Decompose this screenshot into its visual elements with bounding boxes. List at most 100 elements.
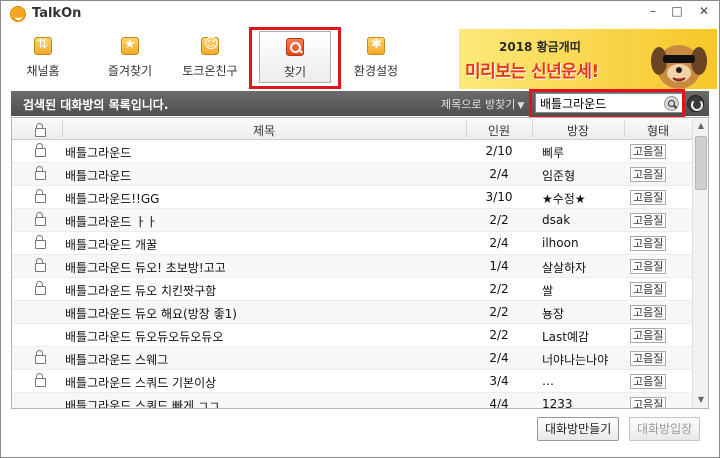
table-row[interactable]: 배틀그라운드 듀오 해요(방장 좋1) 2/2 뇽장 고음질: [12, 301, 692, 324]
room-title: 배틀그라운드 스쿼드 기본이상: [65, 376, 217, 390]
lock-icon: [35, 166, 46, 180]
room-type-badge: 고음질: [630, 213, 667, 228]
minimize-button[interactable]: –: [641, 1, 665, 21]
search-type-label: 제목으로 방찾기: [441, 98, 516, 111]
room-host: …: [542, 374, 554, 388]
room-host: 1233: [542, 397, 573, 409]
room-type-badge: 고음질: [630, 144, 667, 159]
favorites-label: 즐겨찾기: [107, 64, 153, 78]
table-row[interactable]: 배틀그라운드 스웨그 2/4 너야나는나야 고음질: [12, 347, 692, 370]
room-type-badge: 고음질: [630, 397, 667, 408]
table-row[interactable]: 배틀그라운드 ㅏㅏ 2/2 dsak 고음질: [12, 209, 692, 232]
room-host: 너야나는나야: [542, 353, 609, 367]
settings-button[interactable]: 환경설정: [347, 37, 405, 87]
search-highlight-box: [529, 89, 685, 119]
room-type-badge: 고음질: [630, 374, 667, 389]
room-count: 1/4: [489, 259, 509, 273]
room-count: 2/4: [489, 351, 509, 365]
room-host: 삐루: [542, 146, 565, 160]
room-count: 4/4: [489, 397, 509, 409]
table-row[interactable]: 배틀그라운드 듀오! 초보방!고고 1/4 살살하자 고음질: [12, 255, 692, 278]
banner-line2: 미리보는 신년운세!: [465, 62, 599, 82]
dog-illustration-icon: [651, 45, 707, 89]
room-title: 배틀그라운드 듀오! 초보방!고고: [65, 261, 226, 275]
room-title: 배틀그라운드: [65, 146, 132, 160]
room-host: 쌀: [542, 284, 554, 298]
room-type-badge: 고음질: [630, 328, 667, 343]
room-rows: 배틀그라운드 2/10 삐루 고음질 배틀그라운드 2/4 임준형 고음질 배틀…: [12, 140, 692, 409]
room-count: 2/4: [489, 236, 509, 250]
close-button[interactable]: ✕: [689, 1, 719, 21]
room-type-badge: 고음질: [630, 190, 667, 205]
room-count: 3/10: [485, 190, 513, 204]
maximize-button[interactable]: □: [665, 1, 689, 21]
enter-room-button[interactable]: 대화방입장: [629, 417, 701, 441]
new-year-fortune-banner[interactable]: 2018 황금개띠 미리보는 신년운세!: [459, 29, 717, 89]
column-title[interactable]: 제목: [62, 122, 466, 139]
column-host[interactable]: 방장: [532, 122, 624, 139]
room-title: 배틀그라운드 ㅏㅏ: [65, 215, 158, 229]
friends-icon: [201, 36, 219, 55]
table-row[interactable]: 배틀그라운드 듀오듀오듀오듀오 2/2 Last예감 고음질: [12, 324, 692, 347]
room-count: 2/2: [489, 305, 509, 319]
channel-home-icon: [34, 37, 52, 55]
lock-icon: [35, 189, 46, 203]
room-type-badge: 고음질: [630, 282, 667, 297]
scroll-up-icon[interactable]: ▲: [693, 118, 708, 134]
favorites-button[interactable]: 즐겨찾기: [95, 37, 165, 87]
room-host: 임준형: [542, 169, 576, 183]
star-icon: [121, 37, 139, 55]
table-row[interactable]: 배틀그라운드 개꿀 2/4 ilhoon 고음질: [12, 232, 692, 255]
talkon-friends-button[interactable]: 토크온친구: [177, 36, 243, 87]
lock-icon: [35, 281, 46, 295]
window-controls: – □ ✕: [641, 1, 719, 23]
lock-column-icon[interactable]: [35, 123, 46, 137]
room-count: 3/4: [489, 374, 509, 388]
search-type-dropdown[interactable]: 제목으로 방찾기 ▼: [441, 96, 524, 112]
talkon-friends-label: 토크온친구: [182, 64, 238, 78]
room-host: ilhoon: [542, 236, 579, 250]
room-host: 뇽장: [542, 307, 565, 321]
column-type[interactable]: 형태: [624, 122, 692, 139]
scroll-thumb[interactable]: [695, 136, 707, 190]
table-row[interactable]: 배틀그라운드 스쿼드 빠게 ㄱㄱ 4/4 1233 고음질: [12, 393, 692, 409]
find-highlight-box: [249, 27, 341, 89]
talkon-window: TalkOn – □ ✕ 채널홈 즐겨찾기 토크온친구 찾기 환경설정: [0, 0, 720, 458]
table-header: 제목 인원 방장 형태: [12, 118, 692, 140]
table-row[interactable]: 배틀그라운드 스쿼드 기본이상 3/4 … 고음질: [12, 370, 692, 393]
room-count: 2/2: [489, 282, 509, 296]
vertical-scrollbar[interactable]: ▲ ▼: [692, 118, 708, 408]
room-type-badge: 고음질: [630, 305, 667, 320]
table-row[interactable]: 배틀그라운드!!GG 3/10 ★수정★ 고음질: [12, 186, 692, 209]
room-title: 배틀그라운드 스쿼드 빠게 ㄱㄱ: [65, 399, 220, 409]
table-row[interactable]: 배틀그라운드 2/4 임준형 고음질: [12, 163, 692, 186]
room-title: 배틀그라운드 듀오듀오듀오듀오: [65, 330, 224, 344]
chevron-down-icon: ▼: [517, 101, 525, 111]
lock-icon: [35, 350, 46, 364]
scroll-down-icon[interactable]: ▼: [693, 392, 708, 408]
table-row[interactable]: 배틀그라운드 2/10 삐루 고음질: [12, 140, 692, 163]
room-title: 배틀그라운드: [65, 169, 132, 183]
room-count: 2/2: [489, 328, 509, 342]
lock-icon: [35, 258, 46, 272]
column-count[interactable]: 인원: [466, 122, 532, 139]
room-title: 배틀그라운드 스웨그: [65, 353, 169, 367]
room-title: 배틀그라운드 듀오 해요(방장 좋1): [65, 307, 237, 321]
table-row[interactable]: 배틀그라운드 듀오 치킨짯구함 2/2 쌀 고음질: [12, 278, 692, 301]
room-list-table: 제목 인원 방장 형태 배틀그라운드 2/10 삐루 고음질 배틀그라운드 2/…: [11, 117, 709, 409]
room-type-badge: 고음질: [630, 259, 667, 274]
refresh-icon[interactable]: [687, 95, 704, 112]
settings-label: 환경설정: [353, 64, 399, 78]
room-type-badge: 고음질: [630, 236, 667, 251]
lock-icon: [35, 212, 46, 226]
channel-home-button[interactable]: 채널홈: [15, 37, 71, 87]
create-room-button[interactable]: 대화방만들기: [537, 417, 620, 441]
room-host: Last예감: [542, 330, 590, 344]
room-title: 배틀그라운드 개꿀: [65, 238, 158, 252]
room-host: ★수정★: [542, 192, 586, 206]
lock-icon: [35, 143, 46, 157]
room-type-badge: 고음질: [630, 351, 667, 366]
title-bar: TalkOn – □ ✕: [1, 1, 719, 27]
gear-icon: [367, 37, 385, 55]
app-title: TalkOn: [32, 6, 82, 21]
